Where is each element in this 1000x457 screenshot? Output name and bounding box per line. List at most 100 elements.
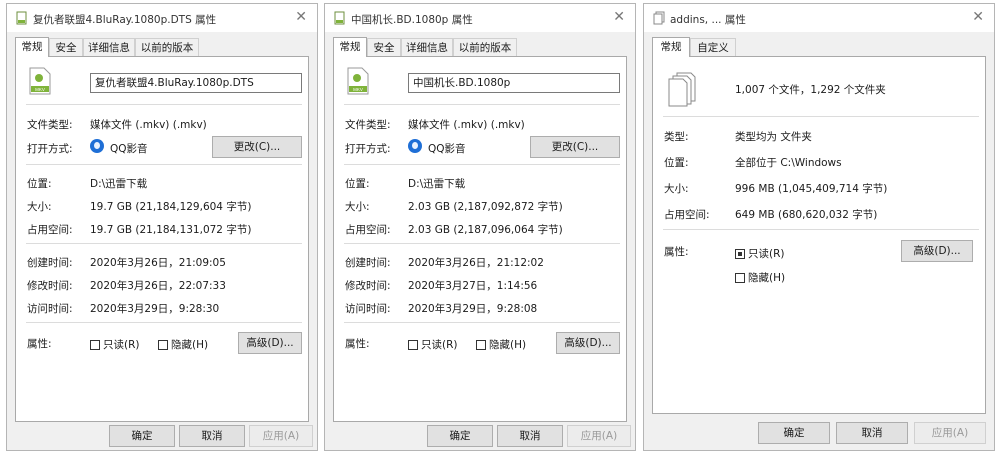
separator — [26, 243, 302, 244]
size-value: 2.03 GB (2,187,092,872 字节) — [408, 201, 563, 213]
apply-button[interactable]: 应用(A) — [567, 425, 631, 447]
advanced-button[interactable]: 高级(D)... — [556, 332, 620, 354]
cancel-button[interactable]: 取消 — [836, 422, 908, 444]
general-panel: 1,007 个文件，1,292 个文件夹 类型: 类型均为 文件夹 位置: 全部… — [652, 56, 986, 414]
tab-general[interactable]: 常规 — [333, 37, 367, 57]
checkbox-box[interactable] — [476, 340, 486, 350]
size-on-disk-label: 占用空间: — [345, 224, 391, 236]
apply-button[interactable]: 应用(A) — [249, 425, 313, 447]
accessed-label: 访问时间: — [345, 303, 391, 315]
size-label: 大小: — [27, 201, 52, 213]
tab-security[interactable]: 安全 — [49, 38, 83, 56]
change-button[interactable]: 更改(C)... — [212, 136, 302, 158]
modified-value: 2020年3月27日，1:14:56 — [408, 280, 538, 292]
hidden-label: 隐藏(H) — [748, 272, 786, 284]
size-label: 大小: — [345, 201, 370, 213]
separator — [663, 229, 979, 230]
location-value: D:\迅雷下载 — [90, 178, 148, 190]
cancel-button[interactable]: 取消 — [179, 425, 245, 447]
title-bar: 复仇者联盟4.BluRay.1080p.DTS 属性 ✕ — [7, 4, 317, 32]
tab-general[interactable]: 常规 — [652, 37, 690, 57]
hidden-checkbox[interactable]: 隐藏(H) — [476, 337, 526, 352]
cancel-button[interactable]: 取消 — [497, 425, 563, 447]
open-with-label: 打开方式: — [27, 143, 73, 155]
location-label: 位置: — [664, 157, 689, 169]
properties-window-icon — [653, 11, 665, 25]
created-value: 2020年3月26日，21:12:02 — [408, 257, 544, 269]
selection-summary: 1,007 个文件，1,292 个文件夹 — [735, 84, 886, 96]
checkbox-box[interactable] — [408, 340, 418, 350]
ok-button[interactable]: 确定 — [758, 422, 830, 444]
separator — [344, 164, 620, 165]
general-panel: MKV 复仇者联盟4.BluRay.1080p.DTS 文件类型: 媒体文件 (… — [15, 56, 309, 422]
advanced-button[interactable]: 高级(D)... — [901, 240, 973, 262]
properties-dialog-addins: addins, ... 属性 ✕ 常规 自定义 1,007 个文件，1,292 … — [643, 3, 995, 451]
checkbox-box[interactable] — [158, 340, 168, 350]
window-title: 复仇者联盟4.BluRay.1080p.DTS 属性 — [33, 14, 217, 26]
separator — [26, 164, 302, 165]
readonly-label: 只读(R) — [748, 248, 785, 260]
open-with-app: QQ影音 — [428, 143, 466, 155]
created-label: 创建时间: — [345, 257, 391, 269]
tab-general[interactable]: 常规 — [15, 37, 49, 57]
readonly-checkbox[interactable]: 只读(R) — [408, 337, 458, 352]
size-label: 大小: — [664, 183, 689, 195]
close-icon[interactable]: ✕ — [613, 9, 625, 25]
qq-player-icon — [408, 139, 422, 153]
modified-label: 修改时间: — [27, 280, 73, 292]
readonly-checkbox[interactable]: 只读(R) — [735, 246, 785, 261]
open-with-label: 打开方式: — [345, 143, 391, 155]
change-button[interactable]: 更改(C)... — [530, 136, 620, 158]
general-panel: MKV 中国机长.BD.1080p 文件类型: 媒体文件 (.mkv) (.mk… — [333, 56, 627, 422]
size-value: 996 MB (1,045,409,714 字节) — [735, 183, 888, 195]
checkbox-box[interactable] — [735, 249, 745, 259]
readonly-checkbox[interactable]: 只读(R) — [90, 337, 140, 352]
tab-security[interactable]: 安全 — [367, 38, 401, 56]
svg-text:MKV: MKV — [353, 87, 363, 92]
separator — [663, 116, 979, 117]
modified-label: 修改时间: — [345, 280, 391, 292]
ok-button[interactable]: 确定 — [427, 425, 493, 447]
apply-button[interactable]: 应用(A) — [914, 422, 986, 444]
accessed-value: 2020年3月29日，9:28:30 — [90, 303, 220, 315]
separator — [26, 104, 302, 105]
mkv-file-icon: MKV — [29, 67, 51, 95]
size-on-disk-label: 占用空间: — [27, 224, 73, 236]
close-icon[interactable]: ✕ — [972, 9, 984, 25]
file-name-field[interactable]: 中国机长.BD.1080p — [408, 73, 620, 93]
checkbox-box[interactable] — [90, 340, 100, 350]
hidden-checkbox[interactable]: 隐藏(H) — [735, 270, 785, 285]
mkv-file-icon: MKV — [347, 67, 369, 95]
file-name-field[interactable]: 复仇者联盟4.BluRay.1080p.DTS — [90, 73, 302, 93]
size-on-disk-value: 649 MB (680,620,032 字节) — [735, 209, 878, 221]
file-type-label: 文件类型: — [27, 119, 73, 131]
attributes-label: 属性: — [664, 246, 689, 258]
accessed-label: 访问时间: — [27, 303, 73, 315]
type-label: 类型: — [664, 131, 689, 143]
window-title: 中国机长.BD.1080p 属性 — [351, 14, 473, 26]
tab-details[interactable]: 详细信息 — [83, 38, 135, 56]
tab-previous-versions[interactable]: 以前的版本 — [135, 38, 199, 56]
checkbox-box[interactable] — [735, 273, 745, 283]
tab-details[interactable]: 详细信息 — [401, 38, 453, 56]
location-label: 位置: — [27, 178, 52, 190]
hidden-label: 隐藏(H) — [489, 339, 527, 351]
hidden-checkbox[interactable]: 隐藏(H) — [158, 337, 208, 352]
qq-player-icon — [90, 139, 104, 153]
svg-text:MKV: MKV — [35, 87, 45, 92]
tab-customize[interactable]: 自定义 — [690, 38, 736, 56]
separator — [344, 104, 620, 105]
ok-button[interactable]: 确定 — [109, 425, 175, 447]
created-label: 创建时间: — [27, 257, 73, 269]
window-title: addins, ... 属性 — [670, 14, 746, 26]
modified-value: 2020年3月26日，22:07:33 — [90, 280, 226, 292]
location-label: 位置: — [345, 178, 370, 190]
file-type-value: 媒体文件 (.mkv) (.mkv) — [408, 119, 525, 131]
advanced-button[interactable]: 高级(D)... — [238, 332, 302, 354]
size-on-disk-label: 占用空间: — [664, 209, 710, 221]
close-icon[interactable]: ✕ — [295, 9, 307, 25]
tab-previous-versions[interactable]: 以前的版本 — [453, 38, 517, 56]
file-type-value: 媒体文件 (.mkv) (.mkv) — [90, 119, 207, 131]
multiple-files-icon — [668, 72, 696, 107]
size-value: 19.7 GB (21,184,129,604 字节) — [90, 201, 252, 213]
